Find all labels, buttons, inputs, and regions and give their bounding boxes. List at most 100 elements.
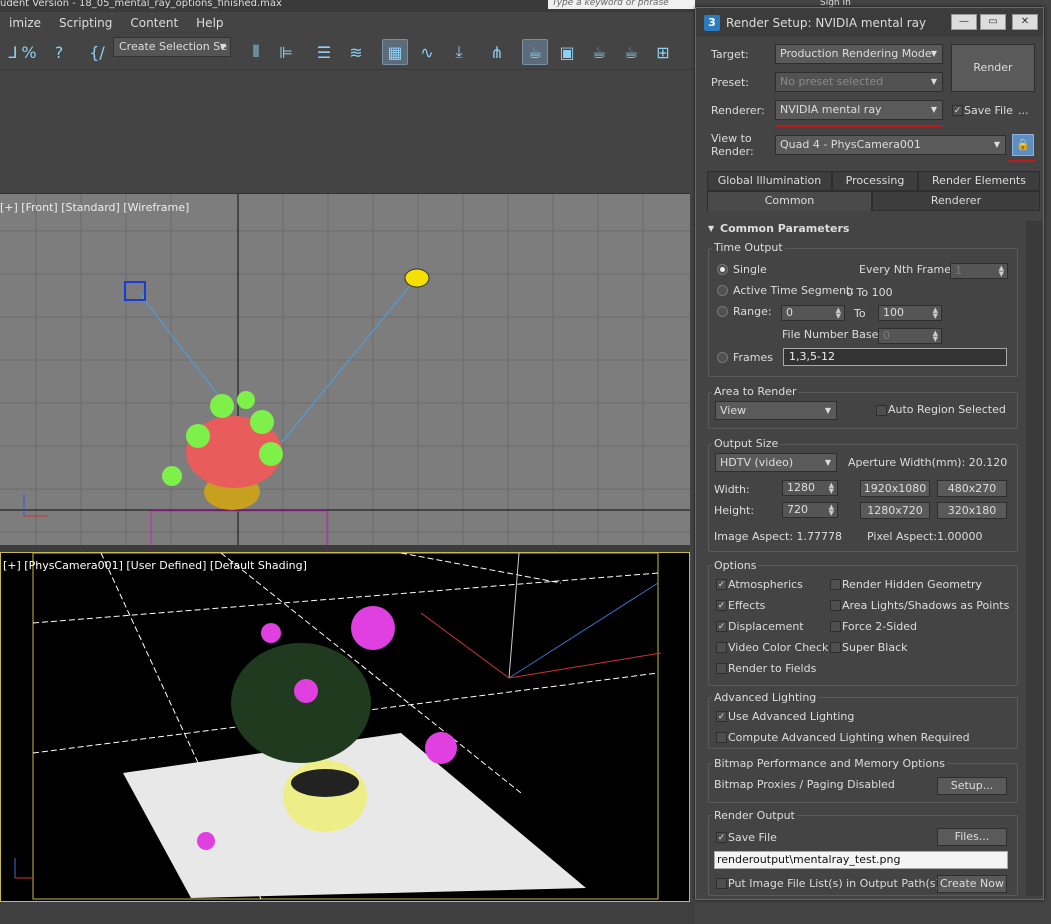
rendered-frame-window-icon[interactable]: ▣ [554,39,580,65]
save-file-checkbox[interactable]: ✓ [952,105,963,116]
search-input[interactable]: Type a keyword or phrase [548,0,695,9]
minimize-icon[interactable]: — [951,14,977,30]
atmospherics-label: Atmospherics [728,578,803,591]
menu-item-scripting[interactable]: Scripting [50,16,121,30]
atmospherics-checkbox[interactable]: ✓ [716,579,727,590]
curve-editor-icon[interactable]: ∿ [414,39,440,65]
file-number-base-spinner[interactable]: 0 ▲ ▼ [878,328,942,344]
width-value: 1280 [787,481,815,494]
menu-item-customize[interactable]: imize [0,16,50,30]
front-viewport[interactable]: [+] [Front] [Standard] [Wireframe] [0,193,690,545]
preset-1280x720-button[interactable]: 1280x720 [860,502,930,519]
create-now-button[interactable]: Create Now [937,875,1007,893]
collapse-icon[interactable]: ▼ [708,224,714,233]
preset-480x270-button[interactable]: 480x270 [937,480,1007,497]
scene-explorer-icon[interactable]: ☰ [311,39,337,65]
frames-radio[interactable] [717,352,728,363]
render-iterative-icon[interactable]: ☕ [618,39,644,65]
target-dropdown[interactable]: Production Rendering Mode ▼ [775,44,943,64]
toggle-ribbon-icon[interactable]: ▦ [382,39,408,65]
selection-set-dropdown[interactable]: Create Selection Se ▼ [113,37,231,57]
area-lights-checkbox[interactable] [830,600,841,611]
single-radio[interactable] [717,264,728,275]
layer-explorer-icon[interactable]: ≋ [343,39,369,65]
render-setup-icon[interactable]: ☕ [522,39,548,65]
dialog-title-bar[interactable]: 3 Render Setup: NVIDIA mental ray — ▭ ✕ [696,8,1043,37]
force-2-sided-checkbox[interactable] [830,621,841,632]
frames-input[interactable]: 1,3,5-12 [783,348,1007,366]
output-path-field[interactable]: renderoutput\mentalray_test.png [714,851,1008,869]
render-output-save-file-checkbox[interactable]: ✓ [716,832,727,843]
files-button[interactable]: Files... [937,828,1007,846]
range-from-spinner[interactable]: 0 ▲ ▼ [781,305,845,321]
maximize-icon[interactable]: ▭ [980,14,1006,30]
put-image-file-list-checkbox[interactable] [716,878,727,889]
ribbon-area [0,71,695,193]
view-to-render-label-1: View to [711,132,752,145]
pixel-aspect-value[interactable]: 1.00000 [937,530,983,543]
active-segment-radio[interactable] [717,285,728,296]
align-icon[interactable]: ⊫ [273,39,299,65]
preset-value: No preset selected [780,75,884,88]
output-size-dropdown[interactable]: HDTV (video) ▼ [715,453,837,472]
tab-render-elements[interactable]: Render Elements [918,171,1040,191]
width-spinner[interactable]: 1280 ▲ ▼ [782,480,838,496]
preset-dropdown[interactable]: No preset selected ▼ [775,72,943,92]
view-to-render-dropdown[interactable]: Quad 4 - PhysCamera001 ▼ [775,135,1006,155]
effects-checkbox[interactable]: ✓ [716,600,727,611]
preset-320x180-button[interactable]: 320x180 [937,502,1007,519]
percent-snap-icon[interactable]: % [16,39,42,65]
render-button[interactable]: Render [951,44,1035,92]
front-viewport-label[interactable]: [+] [Front] [Standard] [Wireframe] [0,201,189,214]
mirror-icon[interactable]: ⫴ [243,39,269,65]
use-advanced-lighting-checkbox[interactable]: ✓ [716,711,727,722]
every-nth-spinner[interactable]: 1 ▲ ▼ [950,263,1008,279]
rollout-title[interactable]: Common Parameters [720,222,849,235]
camera-viewport-label[interactable]: [+] [PhysCamera001] [User Defined] [Defa… [3,559,307,572]
renderer-label: Renderer: [711,104,765,117]
spinner-arrows-icon: ▲ ▼ [835,306,841,320]
save-file-options-button[interactable]: ... [1018,104,1029,117]
menu-item-help[interactable]: Help [187,16,232,30]
render-production-icon[interactable]: ☕ [586,39,612,65]
save-file-label: Save File [964,104,1013,117]
camera-viewport[interactable]: [+] [PhysCamera001] [User Defined] [Defa… [0,552,690,902]
menu-item-content[interactable]: Content [121,16,187,30]
renderer-value: NVIDIA mental ray [780,103,882,116]
compute-advanced-lighting-checkbox[interactable] [716,732,727,743]
tab-processing[interactable]: Processing [832,171,918,191]
render-in-cloud-icon[interactable]: ⊞ [650,39,676,65]
range-radio[interactable] [717,306,728,317]
auto-region-checkbox[interactable] [876,405,887,416]
spinner-snap-icon[interactable]: ? [46,39,72,65]
advanced-lighting-title: Advanced Lighting [712,691,819,704]
dope-sheet-icon[interactable]: ⤓ [446,39,472,65]
renderer-dropdown[interactable]: NVIDIA mental ray ▼ [775,100,943,120]
schematic-view-icon[interactable]: ⋔ [484,39,510,65]
dialog-title: Render Setup: NVIDIA mental ray [726,15,927,30]
video-color-check-checkbox[interactable] [716,642,727,653]
tab-global-illumination[interactable]: Global Illumination [707,171,832,191]
named-selection-icon[interactable]: {/ [84,39,110,65]
super-black-checkbox[interactable] [830,642,841,653]
bitmap-setup-button[interactable]: Setup... [937,777,1007,795]
range-to-spinner[interactable]: 100 ▲ ▼ [878,305,942,321]
height-spinner[interactable]: 720 ▲ ▼ [782,502,838,518]
area-to-render-dropdown[interactable]: View ▼ [715,401,837,420]
tab-common[interactable]: Common [707,191,872,211]
tab-renderer[interactable]: Renderer [872,191,1040,211]
rollout-scrollbar[interactable] [1026,221,1042,896]
app-title: udent Version - 18_05_mental_ray_options… [0,0,282,9]
active-segment-value: 0 To 100 [846,286,893,299]
preset-1920x1080-button[interactable]: 1920x1080 [860,480,930,497]
chevron-down-icon: ▼ [824,458,831,467]
area-to-render-title: Area to Render [712,385,799,398]
render-to-fields-checkbox[interactable] [716,663,727,674]
auto-region-label: Auto Region Selected [888,403,1006,416]
render-hidden-geometry-checkbox[interactable] [830,579,841,590]
lock-view-icon[interactable]: 🔒 [1012,134,1034,156]
displacement-checkbox[interactable]: ✓ [716,621,727,632]
video-color-check-label: Video Color Check [728,641,829,654]
viewport-divider[interactable] [0,545,690,552]
close-icon[interactable]: ✕ [1012,14,1038,30]
